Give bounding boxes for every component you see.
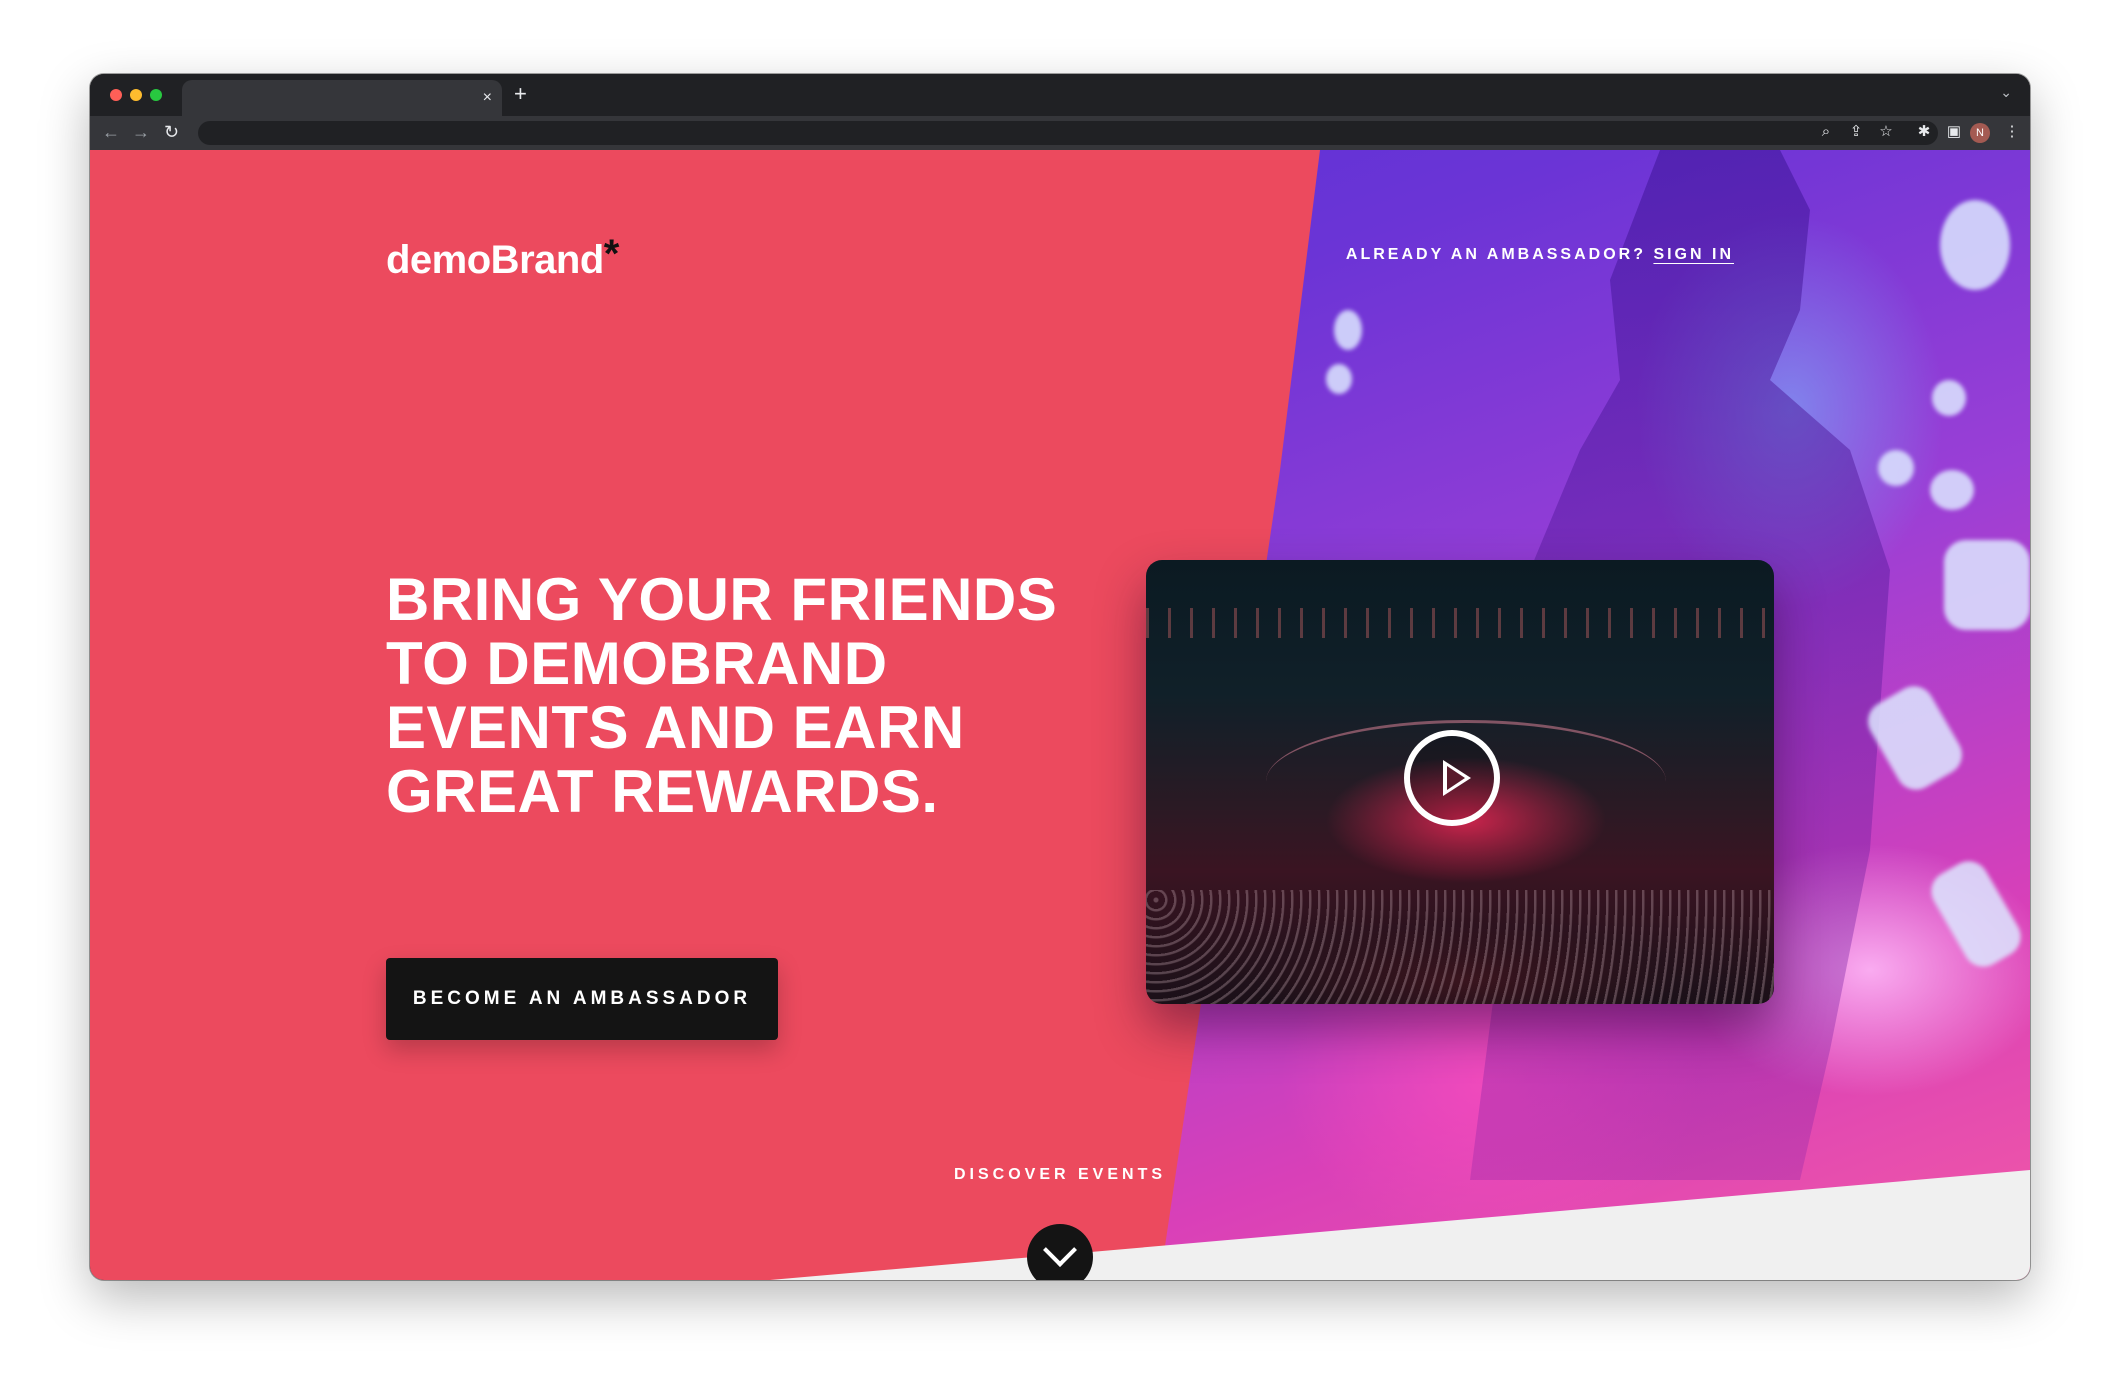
tab-search-icon[interactable]: ⌄ xyxy=(2000,84,2012,101)
brand-logo[interactable]: demoBrand * xyxy=(386,232,619,283)
browser-tab[interactable]: × xyxy=(182,80,502,116)
play-button[interactable] xyxy=(1404,730,1500,826)
bokeh-light xyxy=(1940,200,2010,290)
back-arrow-icon[interactable]: ← xyxy=(102,121,120,143)
hero-headline: BRING YOUR FRIENDS TO DEMOBRAND EVENTS A… xyxy=(386,568,1086,824)
hero-section: demoBrand * ALREADY AN AMBASSADOR? SIGN I… xyxy=(90,150,2030,1280)
video-stage-lights xyxy=(1146,608,1774,638)
signin-prompt: ALREADY AN AMBASSADOR? SIGN IN xyxy=(1346,246,1734,264)
logo-text: demoBrand xyxy=(386,238,604,282)
signin-prompt-text: ALREADY AN AMBASSADOR? xyxy=(1345,246,1654,263)
extensions-puzzle-icon[interactable]: ✱ xyxy=(1914,122,1934,142)
browser-window: × + ⌄ ← → ↻ ⌕ ⇪ ☆ ✱ ▣ N ⋮ demoBrand * AL… xyxy=(90,74,2030,1280)
headline-line: EVENTS AND EARN xyxy=(386,694,965,761)
logo-asterisk: * xyxy=(603,232,620,276)
bokeh-light xyxy=(1334,310,1362,350)
bokeh-light xyxy=(1930,470,1974,510)
bookmark-star-icon[interactable]: ☆ xyxy=(1876,122,1896,142)
zoom-icon[interactable]: ⌕ xyxy=(1816,122,1836,142)
bokeh-light xyxy=(1878,450,1914,486)
share-icon[interactable]: ⇪ xyxy=(1846,122,1866,142)
forward-arrow-icon[interactable]: → xyxy=(132,121,150,143)
bokeh-light xyxy=(1932,380,1966,416)
reload-icon[interactable]: ↻ xyxy=(164,121,179,143)
browser-toolbar: ← → ↻ ⌕ ⇪ ☆ ✱ ▣ N ⋮ xyxy=(90,116,2030,150)
bokeh-light xyxy=(1944,540,2030,630)
video-crowd xyxy=(1146,890,1774,1004)
side-panel-icon[interactable]: ▣ xyxy=(1944,122,1964,142)
bokeh-light xyxy=(1326,364,1352,394)
maximize-window-button[interactable] xyxy=(150,89,162,101)
tab-bar: × + ⌄ xyxy=(90,74,2030,116)
headline-line: TO DEMOBRAND xyxy=(386,630,888,697)
new-tab-button[interactable]: + xyxy=(514,82,527,106)
headline-line: BRING YOUR FRIENDS xyxy=(386,566,1058,633)
video-player[interactable] xyxy=(1146,560,1774,1004)
minimize-window-button[interactable] xyxy=(130,89,142,101)
browser-menu-icon[interactable]: ⋮ xyxy=(2002,122,2022,142)
close-window-button[interactable] xyxy=(110,89,122,101)
chevron-down-icon xyxy=(1043,1233,1077,1267)
bokeh-light xyxy=(1924,853,2028,975)
address-bar[interactable] xyxy=(198,121,1938,145)
profile-avatar[interactable]: N xyxy=(1970,123,1990,143)
discover-events-label[interactable]: DISCOVER EVENTS xyxy=(90,1166,2030,1184)
headline-line: GREAT REWARDS. xyxy=(386,758,939,825)
become-ambassador-button[interactable]: BECOME AN AMBASSADOR xyxy=(386,958,778,1040)
play-icon xyxy=(1443,760,1471,796)
scroll-down-button[interactable] xyxy=(1027,1224,1093,1280)
tab-close-icon[interactable]: × xyxy=(483,88,492,108)
signin-link[interactable]: SIGN IN xyxy=(1653,246,1734,263)
